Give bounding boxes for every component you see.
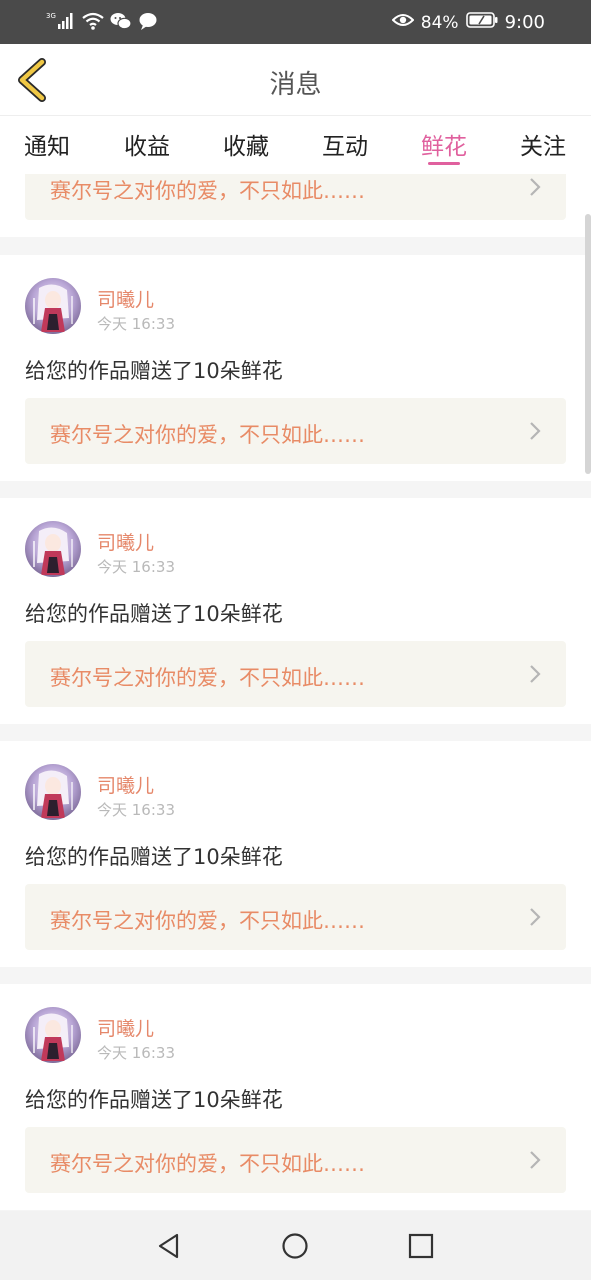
user-avatar-image (33, 284, 73, 332)
user-avatar-image (33, 770, 73, 818)
recents-nav-icon[interactable] (407, 1232, 435, 1260)
work-title: 赛尔号之对你的爱，不只如此…… (50, 666, 365, 690)
chevron-right-icon (530, 422, 541, 440)
avatar[interactable] (25, 521, 81, 577)
user-avatar-image (33, 527, 73, 575)
work-reference-link[interactable]: 赛尔号之对你的爱，不只如此…… (25, 398, 566, 464)
active-tab-indicator (428, 162, 460, 165)
avatar[interactable] (25, 764, 81, 820)
wifi-icon (82, 11, 104, 35)
chevron-right-icon (530, 665, 541, 683)
status-right: 84% 9:00 (391, 11, 545, 34)
username[interactable]: 司曦儿 (97, 285, 154, 312)
tab-follow[interactable]: 关注 (520, 127, 566, 161)
list-item: 司曦儿 今天 16:33 给您的作品赠送了10朵鲜花 赛尔号之对你的爱，不只如此… (0, 498, 591, 724)
chevron-right-icon (530, 178, 541, 196)
username[interactable]: 司曦儿 (97, 528, 154, 555)
wechat-icon (110, 11, 132, 35)
work-title: 赛尔号之对你的爱，不只如此…… (50, 909, 365, 933)
work-title: 赛尔号之对你的爱，不只如此…… (50, 179, 365, 203)
timestamp: 今天 16:33 (97, 801, 175, 819)
chevron-right-icon (530, 908, 541, 926)
work-reference-link[interactable]: 赛尔号之对你的爱，不只如此…… (25, 1127, 566, 1193)
avatar[interactable] (25, 278, 81, 334)
battery-icon (465, 11, 498, 34)
list-item: 司曦儿 今天 16:33 给您的作品赠送了10朵鲜花 赛尔号之对你的爱，不只如此… (0, 984, 591, 1210)
work-reference-link[interactable]: 赛尔号之对你的爱，不只如此…… (25, 641, 566, 707)
username[interactable]: 司曦儿 (97, 771, 154, 798)
work-reference-link[interactable]: 赛尔号之对你的爱，不只如此…… (25, 174, 566, 220)
scrollbar[interactable] (585, 214, 591, 474)
eye-icon (391, 12, 415, 33)
tab-flowers[interactable]: 鲜花 (421, 127, 467, 161)
tab-favorites[interactable]: 收藏 (223, 127, 269, 161)
list-item: 司曦儿 今天 16:33 给您的作品赠送了10朵鲜花 赛尔号之对你的爱，不只如此… (0, 741, 591, 967)
tab-notice[interactable]: 通知 (24, 127, 70, 161)
message-list[interactable]: 赛尔号之对你的爱，不只如此…… 司曦儿 今天 16:33 给您的作品赠送了10朵… (0, 174, 591, 1211)
app-header: 消息 (0, 44, 591, 116)
back-nav-icon[interactable] (155, 1232, 183, 1260)
message-icon (138, 11, 158, 35)
network-type: 3G (46, 12, 56, 20)
message-text: 给您的作品赠送了10朵鲜花 (25, 602, 283, 626)
status-left: 3G (46, 11, 158, 35)
tab-income[interactable]: 收益 (124, 127, 170, 161)
signal-icon: 3G (46, 11, 76, 35)
work-title: 赛尔号之对你的爱，不只如此…… (50, 423, 365, 447)
timestamp: 今天 16:33 (97, 1044, 175, 1062)
user-avatar-image (33, 1013, 73, 1061)
chevron-right-icon (530, 1151, 541, 1169)
list-item: 司曦儿 今天 16:33 给您的作品赠送了10朵鲜花 赛尔号之对你的爱，不只如此… (0, 255, 591, 481)
work-title: 赛尔号之对你的爱，不只如此…… (50, 1152, 365, 1176)
message-text: 给您的作品赠送了10朵鲜花 (25, 845, 283, 869)
message-text: 给您的作品赠送了10朵鲜花 (25, 1088, 283, 1112)
message-text: 给您的作品赠送了10朵鲜花 (25, 359, 283, 383)
tab-bar: 通知 收益 收藏 互动 鲜花 关注 (0, 116, 591, 174)
username[interactable]: 司曦儿 (97, 1014, 154, 1041)
list-item-partial: 赛尔号之对你的爱，不只如此…… (0, 174, 591, 237)
avatar[interactable] (25, 1007, 81, 1063)
home-nav-icon[interactable] (281, 1232, 309, 1260)
battery-percent: 84% (420, 12, 459, 33)
status-bar: 3G 84% 9:00 (0, 0, 591, 44)
system-nav-bar (0, 1211, 591, 1280)
timestamp: 今天 16:33 (97, 315, 175, 333)
status-time: 9:00 (504, 12, 545, 33)
page-title: 消息 (269, 70, 322, 100)
tab-interaction[interactable]: 互动 (322, 127, 368, 161)
timestamp: 今天 16:33 (97, 558, 175, 576)
work-reference-link[interactable]: 赛尔号之对你的爱，不只如此…… (25, 884, 566, 950)
